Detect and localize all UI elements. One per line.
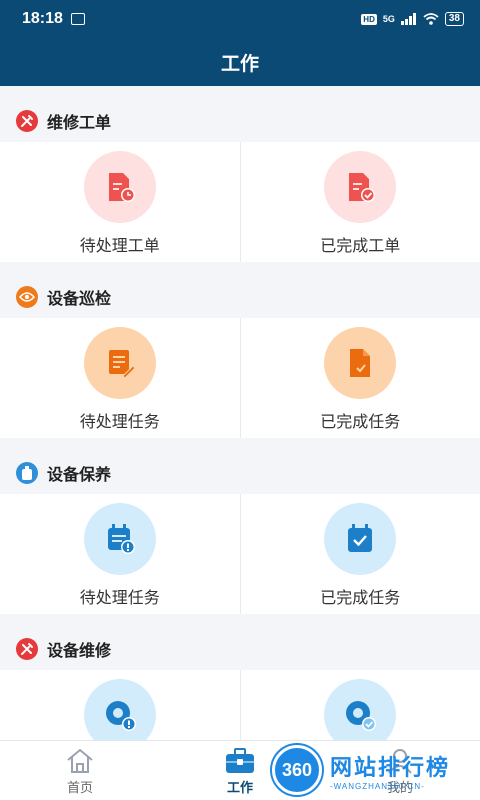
completed-work-orders-label: 已完成工单 (320, 236, 401, 255)
notification-icon (70, 13, 85, 25)
watermark: 360 网站排行榜 -WANGZHAN360.CN- (272, 740, 480, 800)
section-grid-repair-orders: 待处理工单 已完成工单 (0, 142, 480, 262)
completed-repair-button[interactable] (241, 670, 480, 740)
section-equipment-repair: 设备维修 (0, 614, 480, 670)
pending-maintenance-tasks-label: 待处理任务 (79, 588, 160, 607)
section-inspection: 设备巡检 (0, 262, 480, 318)
pending-work-orders-button[interactable]: 待处理工单 (0, 142, 241, 262)
nav-home-label: 首页 (66, 781, 93, 796)
signal-icon (400, 13, 416, 25)
completed-maintenance-tasks-button[interactable]: 已完成任务 (241, 494, 480, 614)
watermark-text: 网站排行榜 -WANGZHAN360.CN- (330, 750, 450, 791)
watermark-logo: 360 (272, 745, 322, 795)
wifi-icon (423, 13, 439, 25)
watermark-title: 网站排行榜 (330, 755, 451, 781)
pending-work-orders-label: 待处理工单 (79, 236, 160, 255)
work-content: 维修工单 待处理工单 已完成工单 设备巡检 待处理任务 已完成任务 设备保养 待… (0, 86, 480, 740)
section-maintenance: 设备保养 (0, 438, 480, 494)
home-icon (67, 748, 93, 773)
pending-maintenance-tasks-button[interactable]: 待处理任务 (0, 494, 241, 614)
wrench-hammer-icon (16, 110, 38, 132)
calendar-alert-icon (83, 503, 156, 575)
bottle-icon (16, 462, 38, 484)
hd-badge: HD (361, 13, 377, 25)
document-clock-icon (83, 151, 156, 223)
eye-icon (16, 286, 38, 308)
gear-alert-icon (83, 679, 156, 740)
watermark-url: -WANGZHAN360.CN- (330, 781, 425, 791)
section-grid-equipment-repair (0, 670, 480, 740)
completed-maintenance-tasks-label: 已完成任务 (320, 588, 401, 607)
status-time: 18:18 (22, 10, 63, 27)
note-edit-icon (83, 327, 156, 399)
nav-work-label: 工作 (226, 781, 253, 796)
section-grid-maintenance: 待处理任务 已完成任务 (0, 494, 480, 614)
wrench-hammer-icon (16, 638, 38, 660)
network-label: 5G (382, 14, 395, 24)
section-grid-inspection: 待处理任务 已完成任务 (0, 318, 480, 438)
pending-inspection-tasks-label: 待处理任务 (79, 412, 160, 431)
gear-check-icon (324, 679, 397, 740)
completed-inspection-tasks-button[interactable]: 已完成任务 (241, 318, 480, 438)
section-repair-orders: 维修工单 (0, 86, 480, 142)
pending-repair-button[interactable] (0, 670, 241, 740)
status-bar: 18:18 HD 5G 38 (0, 0, 480, 38)
page-title: 工作 (220, 52, 259, 75)
file-check-icon (324, 327, 397, 399)
briefcase-icon (226, 748, 254, 773)
calendar-check-icon (324, 503, 397, 575)
nav-home[interactable]: 首页 (0, 741, 160, 800)
status-indicators: HD 5G 38 (361, 12, 464, 26)
battery-icon: 38 (444, 12, 464, 26)
document-check-icon (324, 151, 397, 223)
completed-inspection-tasks-label: 已完成任务 (320, 412, 401, 431)
pending-inspection-tasks-button[interactable]: 待处理任务 (0, 318, 241, 438)
app-header: 工作 (0, 38, 480, 86)
completed-work-orders-button[interactable]: 已完成工单 (241, 142, 480, 262)
